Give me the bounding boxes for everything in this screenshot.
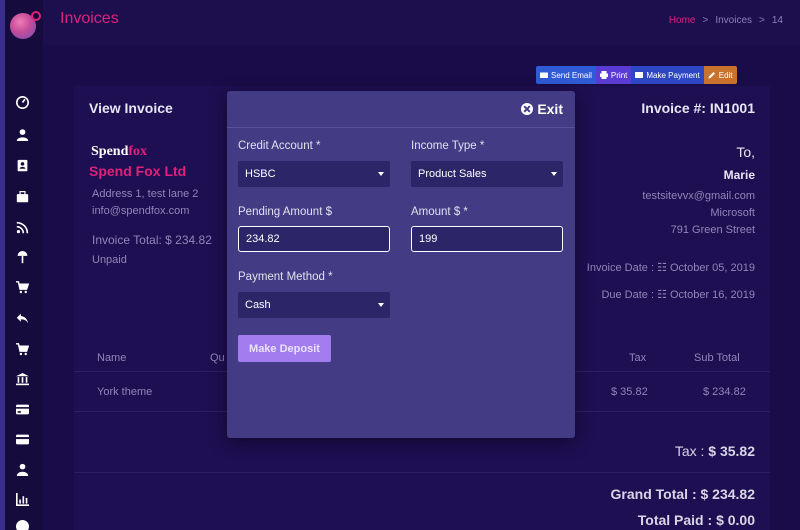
income-type-select[interactable]: Product Sales [411,161,563,187]
pending-amount-field[interactable]: 234.82 [238,226,390,252]
exit-button[interactable]: Exit [521,101,563,117]
amount-value: 199 [419,233,438,245]
logo-text-accent: fox [128,144,148,159]
invoice-title: View Invoice [89,100,173,116]
send-email-button[interactable]: Send Email [536,66,596,84]
company-name: Spend Fox Ltd [89,163,187,179]
sidebar-scrollbar[interactable] [0,0,5,530]
column-header-name: Name [97,352,127,364]
invoice-number: Invoice #: IN1001 [641,100,755,116]
grand-total-value: $ 234.82 [700,486,756,502]
edit-label: Edit [718,70,733,80]
income-type-label: Income Type * [411,140,485,152]
print-icon [599,71,608,79]
send-email-label: Send Email [551,70,592,80]
breadcrumb-separator: > [759,15,765,26]
amount-label: Amount $ * [411,206,468,218]
user-icon[interactable] [14,126,30,142]
sidebar [0,0,43,530]
to-label: To, [736,144,755,160]
company-email: info@spendfox.com [92,205,190,217]
credit-account-label: Credit Account * [238,140,321,152]
client-company: Microsoft [710,207,755,219]
column-header-subtotal: Sub Total [694,352,740,364]
close-icon [521,103,534,115]
briefcase-icon[interactable] [14,188,30,204]
bar-chart-icon[interactable] [14,491,30,507]
deposit-modal: Exit Credit Account * HSBC Income Type *… [227,91,575,438]
chevron-down-icon [551,172,557,176]
print-label: Print [610,70,628,80]
status-badge: Unpaid [92,254,127,266]
chevron-down-icon [378,303,384,307]
item-name: York theme [97,386,153,398]
breadcrumb-current: 14 [771,15,783,26]
make-payment-button[interactable]: Make Payment [631,66,704,84]
total-paid-label: Total Paid : [637,512,713,528]
item-subtotal: $ 234.82 [703,386,746,398]
breadcrumb-home-link[interactable]: Home [669,15,696,26]
rss-icon[interactable] [14,219,30,235]
amount-field[interactable]: 199 [411,226,563,252]
client-email: testsitevvx@gmail.com [642,190,755,202]
breadcrumb-invoices-link[interactable]: Invoices [715,15,752,26]
breadcrumb: Home > Invoices > 14 [669,15,783,26]
paint-roller-icon[interactable] [14,249,30,265]
client-address: 791 Green Street [670,224,755,236]
page-title: Invoices [60,10,119,27]
edit-button[interactable]: Edit [703,66,737,84]
company-address: Address 1, test lane 2 [92,188,199,200]
tax-summary-value: $ 35.82 [708,443,755,459]
column-header-quantity: Qu [210,352,225,364]
income-type-value: Product Sales [418,168,487,180]
total-paid-value: $ 0.00 [716,512,755,528]
contact-card-icon[interactable] [14,157,30,173]
dashboard-icon[interactable] [14,94,30,110]
client-name: Marie [723,168,755,182]
breadcrumb-separator: > [702,15,709,26]
bank-icon[interactable] [14,371,30,387]
modal-header: Exit [227,91,575,128]
credit-card-icon[interactable] [14,401,30,417]
invoice-date: Invoice Date : ☷ October 05, 2019 [586,262,755,274]
due-date: Due Date : ☷ October 16, 2019 [601,289,755,301]
card-icon[interactable] [14,431,30,447]
users-icon[interactable] [14,461,30,477]
payment-method-select[interactable]: Cash [238,292,390,318]
top-bar: Invoices Home > Invoices > 14 [43,0,800,45]
payment-method-value: Cash [245,299,271,311]
company-logo: Spendfox [91,144,147,160]
help-icon[interactable] [14,518,30,530]
tax-summary: Tax : $ 35.82 [675,443,755,459]
envelope-icon [540,72,548,78]
print-button[interactable]: Print [595,66,632,84]
status-dot [31,11,41,21]
item-tax: $ 35.82 [611,386,648,398]
credit-card-icon [635,72,644,78]
credit-account-value: HSBC [245,168,276,180]
payment-method-label: Payment Method * [238,271,333,283]
pending-amount-label: Pending Amount $ [238,206,332,218]
divider [74,472,770,473]
invoice-actions: Send Email Print Make Payment Edit [536,66,737,84]
credit-account-select[interactable]: HSBC [238,161,390,187]
tax-summary-label: Tax : [674,443,705,459]
make-payment-label: Make Payment [646,70,700,80]
make-deposit-button[interactable]: Make Deposit [238,335,331,362]
grand-total-label: Grand Total : [610,486,697,502]
pending-amount-value: 234.82 [246,233,280,245]
invoice-total: Invoice Total: $ 234.82 [92,233,212,247]
cart-icon[interactable] [14,279,30,295]
column-header-tax: Tax [629,352,647,364]
grand-total: Grand Total : $ 234.82 [611,486,755,502]
total-paid: Total Paid : $ 0.00 [638,512,755,528]
exit-label: Exit [537,101,563,117]
chevron-down-icon [378,172,384,176]
edit-icon [708,72,715,79]
reply-icon[interactable] [14,310,30,326]
logo-text: Spend [91,144,129,159]
cart-plus-icon[interactable] [14,341,30,357]
